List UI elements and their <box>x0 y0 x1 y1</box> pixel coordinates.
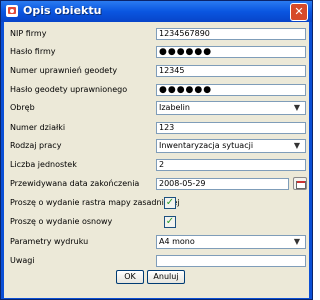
nip-label: NIP firmy <box>10 29 47 38</box>
check-icon: ✓ <box>165 197 175 208</box>
precinct-select[interactable]: Izabelin ▼ <box>156 101 306 115</box>
chevron-down-icon[interactable]: ▼ <box>292 237 302 247</box>
close-button[interactable]: ✕ <box>290 3 308 21</box>
plot-number-input[interactable]: 123 <box>156 122 306 134</box>
form-panel: NIP firmy 1234567890 Hasło firmy ●●●●●● … <box>4 22 309 298</box>
close-icon: ✕ <box>294 5 304 18</box>
units-count-label: Liczba jednostek <box>10 160 77 169</box>
notes-input[interactable] <box>156 255 306 267</box>
plot-number-label: Numer działki <box>10 123 66 132</box>
precinct-label: Obręb <box>10 103 35 112</box>
dialog-window: Opis obiektu ✕ NIP firmy 1234567890 Hasł… <box>0 0 313 300</box>
app-icon <box>6 5 18 17</box>
precinct-value: Izabelin <box>159 103 190 112</box>
units-count-input[interactable]: 2 <box>156 159 306 171</box>
cancel-button[interactable]: Anuluj <box>147 270 185 284</box>
company-password-input[interactable]: ●●●●●● <box>156 46 306 58</box>
completion-date-input[interactable]: 2008-05-29 <box>156 178 289 190</box>
ok-button[interactable]: OK <box>116 270 144 284</box>
control-network-label: Proszę o wydanie osnowy <box>10 217 113 226</box>
print-params-select[interactable]: A4 mono ▼ <box>156 235 306 249</box>
window-title: Opis obiektu <box>23 4 102 17</box>
print-params-value: A4 mono <box>159 237 195 246</box>
work-type-value: Inwentaryzacja sytuacji <box>159 141 254 150</box>
license-number-input[interactable]: 12345 <box>156 65 306 77</box>
check-icon: ✓ <box>165 216 175 227</box>
work-type-select[interactable]: Inwentaryzacja sytuacji ▼ <box>156 139 306 153</box>
notes-label: Uwagi <box>10 256 35 265</box>
surveyor-password-input[interactable]: ●●●●●● <box>156 84 306 96</box>
chevron-down-icon[interactable]: ▼ <box>292 141 302 151</box>
work-type-label: Rodzaj pracy <box>10 141 62 150</box>
nip-input[interactable]: 1234567890 <box>156 28 306 40</box>
completion-date-label: Przewidywana data zakończenia <box>10 179 140 188</box>
chevron-down-icon[interactable]: ▼ <box>292 103 302 113</box>
title-bar[interactable]: Opis obiektu ✕ <box>1 1 312 22</box>
print-params-label: Parametry wydruku <box>10 237 89 246</box>
calendar-icon[interactable] <box>293 177 307 190</box>
raster-request-checkbox[interactable]: ✓ <box>164 197 176 209</box>
company-password-label: Hasło firmy <box>10 47 56 56</box>
control-network-checkbox[interactable]: ✓ <box>164 216 176 228</box>
license-number-label: Numer uprawnień geodety <box>10 66 118 75</box>
raster-request-label: Proszę o wydanie rastra mapy zasadniczej <box>10 198 180 207</box>
surveyor-password-label: Hasło geodety uprawnionego <box>10 85 128 94</box>
